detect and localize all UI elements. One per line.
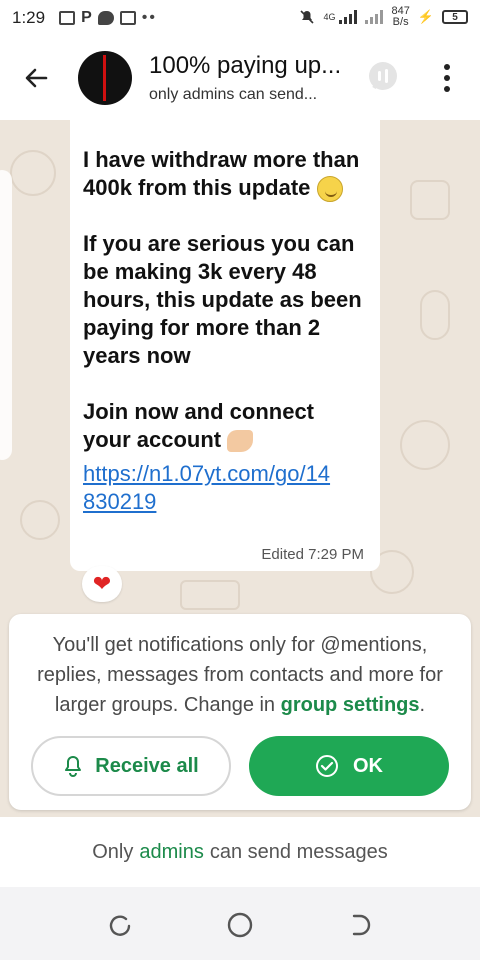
signal-2-icon	[365, 10, 384, 24]
voice-chat-icon	[369, 62, 397, 90]
status-bar: 1:29 P •• 4G 847 B/s ⚡ 5	[0, 0, 480, 36]
status-time: 1:29	[12, 8, 46, 27]
wallpaper-doodle	[400, 420, 450, 470]
wallpaper-doodle	[20, 500, 60, 540]
home-icon	[227, 912, 253, 938]
message-time: 7:29 PM	[308, 546, 364, 563]
status-right: 4G 847 B/s ⚡ 5	[299, 6, 468, 28]
recents-icon	[109, 915, 131, 936]
back-button[interactable]	[8, 50, 64, 106]
wallpaper-doodle	[180, 580, 240, 610]
notification-notice-card: You'll get notifications only for @menti…	[9, 614, 471, 810]
ok-button[interactable]: OK	[249, 736, 449, 796]
notice-buttons: Receive all OK	[31, 736, 449, 798]
group-settings-link[interactable]: group settings	[281, 694, 420, 716]
p-app-icon: P	[81, 9, 92, 26]
signal-icon	[339, 10, 358, 24]
system-nav-bar	[0, 887, 480, 960]
app-notification-icon	[119, 11, 136, 25]
message-paragraph-2: If you are serious you can be making 3k …	[83, 231, 362, 369]
relieved-face-emoji	[316, 176, 343, 203]
wallpaper-doodle	[10, 150, 56, 196]
notification-icons: P ••	[59, 9, 157, 27]
more-vertical-icon	[444, 64, 450, 70]
header-info[interactable]: 100% paying up... only admins can send..…	[149, 52, 355, 104]
back-arrow-icon	[25, 68, 48, 88]
wallpaper-doodle	[410, 180, 450, 220]
pointing-down-emoji	[227, 430, 254, 453]
bell-icon	[65, 756, 82, 777]
admins-only-footer: Only admins can send messages	[0, 817, 480, 887]
receive-all-button[interactable]: Receive all	[31, 736, 231, 796]
network-speed: 847 B/s	[391, 6, 409, 28]
wallpaper-doodle	[420, 290, 450, 340]
footer-suffix: can send messages	[209, 840, 388, 863]
message-link[interactable]: https://n1.07yt.com/go/14830219	[83, 460, 333, 516]
chat-header: 100% paying up... only admins can send..…	[0, 36, 480, 120]
more-options-button[interactable]	[430, 58, 464, 98]
battery-icon: 5	[442, 10, 468, 24]
edited-label: Edited	[261, 546, 304, 563]
message-meta: Edited 7:29 PM	[261, 546, 364, 563]
footer-prefix: Only	[92, 840, 134, 863]
admins-link[interactable]: admins	[139, 841, 203, 864]
group-title: 100% paying up...	[149, 52, 342, 79]
message-bubble[interactable]: I have withdraw more than 400k from this…	[70, 120, 380, 571]
group-avatar[interactable]	[78, 51, 132, 105]
charging-icon: ⚡	[417, 9, 434, 24]
receive-all-label: Receive all	[95, 754, 199, 777]
message-paragraph-1: I have withdraw more than 400k from this…	[83, 146, 366, 203]
gallery-icon	[59, 11, 76, 25]
heart-reaction[interactable]: ❤	[82, 566, 122, 602]
speed-unit: B/s	[392, 16, 409, 28]
chat-notification-icon	[97, 11, 114, 25]
mute-icon	[300, 10, 315, 24]
network-type: 4G	[323, 12, 336, 22]
home-button[interactable]	[226, 911, 254, 939]
voice-chat-button[interactable]	[366, 60, 400, 94]
chat-area[interactable]: I have withdraw more than 400k from this…	[0, 120, 480, 817]
heart-icon: ❤	[92, 571, 112, 596]
more-notifications-icon: ••	[141, 9, 157, 26]
message-paragraph-3: Join now and connect your account	[83, 399, 315, 453]
group-subtitle: only admins can send...	[149, 86, 318, 103]
previous-message-edge	[0, 170, 12, 460]
recents-button[interactable]	[106, 911, 134, 939]
check-circle-icon	[316, 755, 338, 777]
back-nav-button[interactable]	[346, 911, 374, 939]
back-nav-icon	[352, 914, 371, 936]
ok-label: OK	[353, 754, 383, 777]
battery-level: 5	[452, 11, 458, 23]
notice-text: You'll get notifications only for @menti…	[37, 634, 443, 716]
